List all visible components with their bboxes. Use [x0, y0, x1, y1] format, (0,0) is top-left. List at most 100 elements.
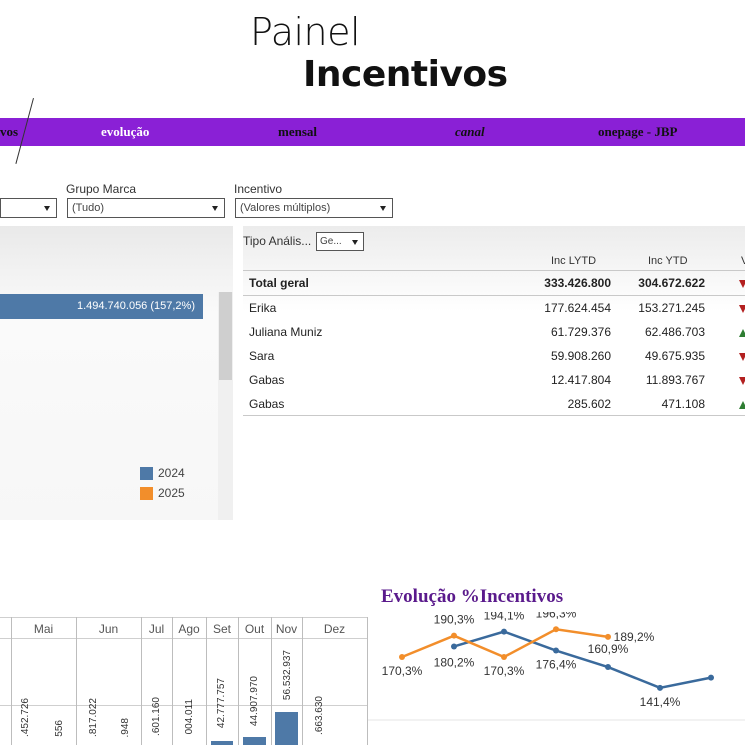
- month-header-out: Out: [244, 622, 265, 636]
- month-value-label: .601.160: [151, 697, 162, 736]
- row-inc-ytd: 304.672.622: [638, 276, 705, 290]
- data-label: 196,3%: [536, 612, 577, 620]
- data-point[interactable]: [708, 674, 714, 681]
- data-label: 170,3%: [382, 664, 423, 678]
- month-header-jun: Jun: [98, 622, 119, 636]
- filter-select-grupo-marca[interactable]: (Tudo): [67, 198, 225, 218]
- row-inc-lytd: 177.624.454: [544, 301, 611, 315]
- chevron-down-icon: [380, 206, 386, 211]
- row-name: Gabas: [249, 373, 285, 387]
- col-header-inc-ytd: Inc YTD: [648, 255, 688, 267]
- table-row[interactable]: Erika 177.624.454 153.271.245: [243, 296, 745, 320]
- month-value-label: .948: [120, 718, 131, 738]
- tipo-analise-value: Ge...: [320, 236, 342, 247]
- nav-bar: vos evolução mensal canal onepage - JBP: [0, 118, 745, 146]
- data-label: 194,1%: [484, 612, 525, 623]
- legend-label-2024: 2024: [158, 466, 185, 480]
- data-label: 180,2%: [434, 655, 475, 669]
- row-name: Juliana Muniz: [249, 325, 323, 339]
- month-header-set: Set: [212, 622, 231, 636]
- data-label: 176,4%: [536, 658, 577, 672]
- row-name: Erika: [249, 301, 277, 315]
- row-inc-ytd: 11.893.767: [645, 373, 705, 387]
- nav-item-mensal[interactable]: mensal: [278, 124, 317, 140]
- month-value-label: .452.726: [20, 698, 31, 737]
- table-row-total[interactable]: Total geral 333.426.800 304.672.622: [243, 271, 745, 295]
- month-value-label: .817.022: [88, 698, 99, 737]
- chevron-down-icon: [352, 240, 358, 245]
- month-bar-out[interactable]: [243, 737, 266, 745]
- month-header-mai: Mai: [33, 622, 54, 636]
- scrollbar-thumb[interactable]: [219, 292, 232, 380]
- data-point[interactable]: [605, 633, 611, 640]
- data-point[interactable]: [451, 643, 457, 650]
- page-title-line1: Painel: [250, 10, 361, 54]
- data-point[interactable]: [553, 647, 559, 654]
- nav-item-canal[interactable]: canal: [455, 124, 485, 140]
- legend-label-2025: 2025: [158, 486, 185, 500]
- table-row[interactable]: Sara 59.908.260 49.675.935: [243, 344, 745, 368]
- nav-item-evolucao[interactable]: evolução: [101, 124, 149, 140]
- trend-up-icon: [739, 329, 745, 337]
- filter-select-partial[interactable]: [0, 198, 57, 218]
- data-label: 170,3%: [484, 664, 525, 678]
- month-bar-nov[interactable]: [275, 712, 298, 745]
- nav-item-incentivos[interactable]: vos: [0, 124, 18, 140]
- filter-label-incentivo: Incentivo: [234, 182, 283, 196]
- month-divider: [206, 617, 207, 745]
- month-header-nov: Nov: [275, 622, 298, 636]
- month-divider: [76, 617, 77, 745]
- row-inc-lytd: 285.602: [567, 397, 611, 411]
- month-header-ago: Ago: [178, 622, 200, 636]
- page-title-line2: Incentivos: [303, 54, 508, 95]
- row-inc-ytd: 49.675.935: [644, 349, 705, 363]
- data-point[interactable]: [501, 628, 507, 635]
- nav-item-onepage[interactable]: onepage - JBP: [598, 124, 677, 140]
- row-inc-lytd: 333.426.800: [544, 276, 611, 290]
- month-divider: [11, 617, 12, 745]
- evolucao-title: Evolução %Incentivos: [381, 586, 564, 607]
- trend-up-icon: [739, 401, 745, 409]
- data-point[interactable]: [451, 632, 457, 639]
- left-chart-panel: [0, 226, 233, 520]
- tipo-analise-label: Tipo Anális...: [243, 234, 312, 248]
- table-row[interactable]: Gabas 285.602 471.108: [243, 392, 745, 416]
- total-bar[interactable]: 1.494.740.056 (157,2%): [0, 294, 203, 319]
- filter-value-incentivo: (Valores múltiplos): [240, 202, 331, 214]
- table-row[interactable]: Juliana Muniz 61.729.376 62.486.703: [243, 320, 745, 344]
- data-point[interactable]: [657, 684, 663, 691]
- trend-down-icon: [739, 377, 745, 385]
- filter-value-grupo-marca: (Tudo): [72, 202, 104, 214]
- month-divider: [271, 617, 272, 745]
- col-header-inc-lytd: Inc LYTD: [551, 255, 597, 267]
- month-value-label: 004.011: [184, 699, 195, 735]
- series-line-2024: [453, 630, 712, 690]
- month-divider: [238, 617, 239, 745]
- table-row[interactable]: Gabas 12.417.804 11.893.767: [243, 368, 745, 392]
- tipo-analise-select[interactable]: Ge...: [316, 232, 364, 251]
- row-inc-lytd: 61.729.376: [550, 325, 611, 339]
- data-point[interactable]: [605, 664, 611, 671]
- data-point[interactable]: [553, 626, 559, 633]
- month-value-label: 56.532.937: [282, 650, 293, 701]
- data-label: 160,9%: [588, 642, 629, 656]
- month-value-label: .663.630: [314, 696, 325, 735]
- filter-select-incentivo[interactable]: (Valores múltiplos): [235, 198, 393, 218]
- evolucao-series-group: 180,2% 194,1% 176,4% 160,9% 141,4% 170,3% 190,…: [382, 612, 714, 709]
- col-header-var: V: [741, 255, 745, 267]
- row-inc-ytd: 62.486.703: [644, 325, 705, 339]
- month-header-jul: Jul: [148, 622, 165, 636]
- month-bar-set[interactable]: [211, 741, 233, 745]
- chevron-down-icon: [212, 206, 218, 211]
- data-point[interactable]: [501, 654, 507, 661]
- monthly-header-line: [0, 638, 368, 639]
- data-point[interactable]: [399, 654, 405, 661]
- month-divider: [141, 617, 142, 745]
- row-inc-lytd: 12.417.804: [550, 373, 611, 387]
- month-value-label: 42.777.757: [216, 678, 227, 729]
- row-inc-lytd: 59.908.260: [550, 349, 611, 363]
- trend-down-icon: [739, 280, 745, 288]
- month-value-label: 556: [54, 720, 65, 737]
- legend-swatch-2025: [140, 487, 153, 500]
- month-divider: [172, 617, 173, 745]
